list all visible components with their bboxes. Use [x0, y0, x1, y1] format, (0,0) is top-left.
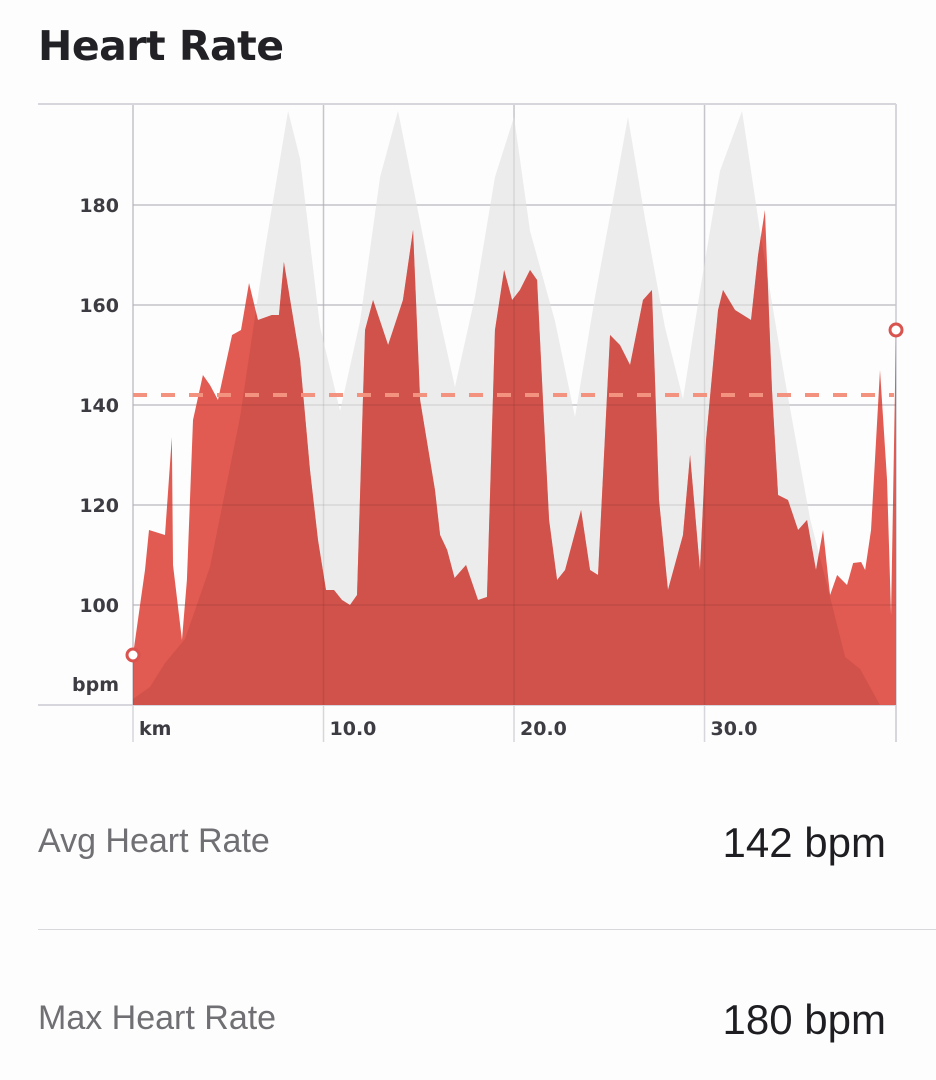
x-tick-label: 20.0: [520, 718, 567, 740]
x-tick-label: km: [139, 718, 171, 740]
stat-row-avg: Avg Heart Rate 142 bpm: [38, 805, 936, 885]
stat-row-max: Max Heart Rate 180 bpm: [38, 982, 936, 1062]
x-tick-label: 10.0: [330, 718, 377, 740]
y-tick-label: 180: [79, 195, 119, 217]
max-heart-rate-label: Max Heart Rate: [38, 999, 277, 1037]
x-tick-label: 30.0: [711, 718, 758, 740]
avg-heart-rate-label: Avg Heart Rate: [38, 822, 270, 860]
avg-heart-rate-value: 142 bpm: [722, 819, 886, 866]
divider: [38, 929, 936, 930]
y-tick-label: 100: [79, 595, 119, 617]
y-tick-label: 120: [79, 495, 119, 517]
y-unit-label: bpm: [72, 674, 119, 696]
start-marker: [125, 647, 141, 663]
heart-rate-layer: [132, 105, 896, 705]
heart-rate-chart: 180 160 140 120 100 bpmkm 10.0 20.0 30.0: [38, 103, 904, 742]
end-marker: [888, 322, 904, 338]
y-tick-label: 140: [79, 395, 119, 417]
max-heart-rate-value: 180 bpm: [722, 996, 886, 1043]
y-tick-label: 160: [79, 295, 119, 317]
